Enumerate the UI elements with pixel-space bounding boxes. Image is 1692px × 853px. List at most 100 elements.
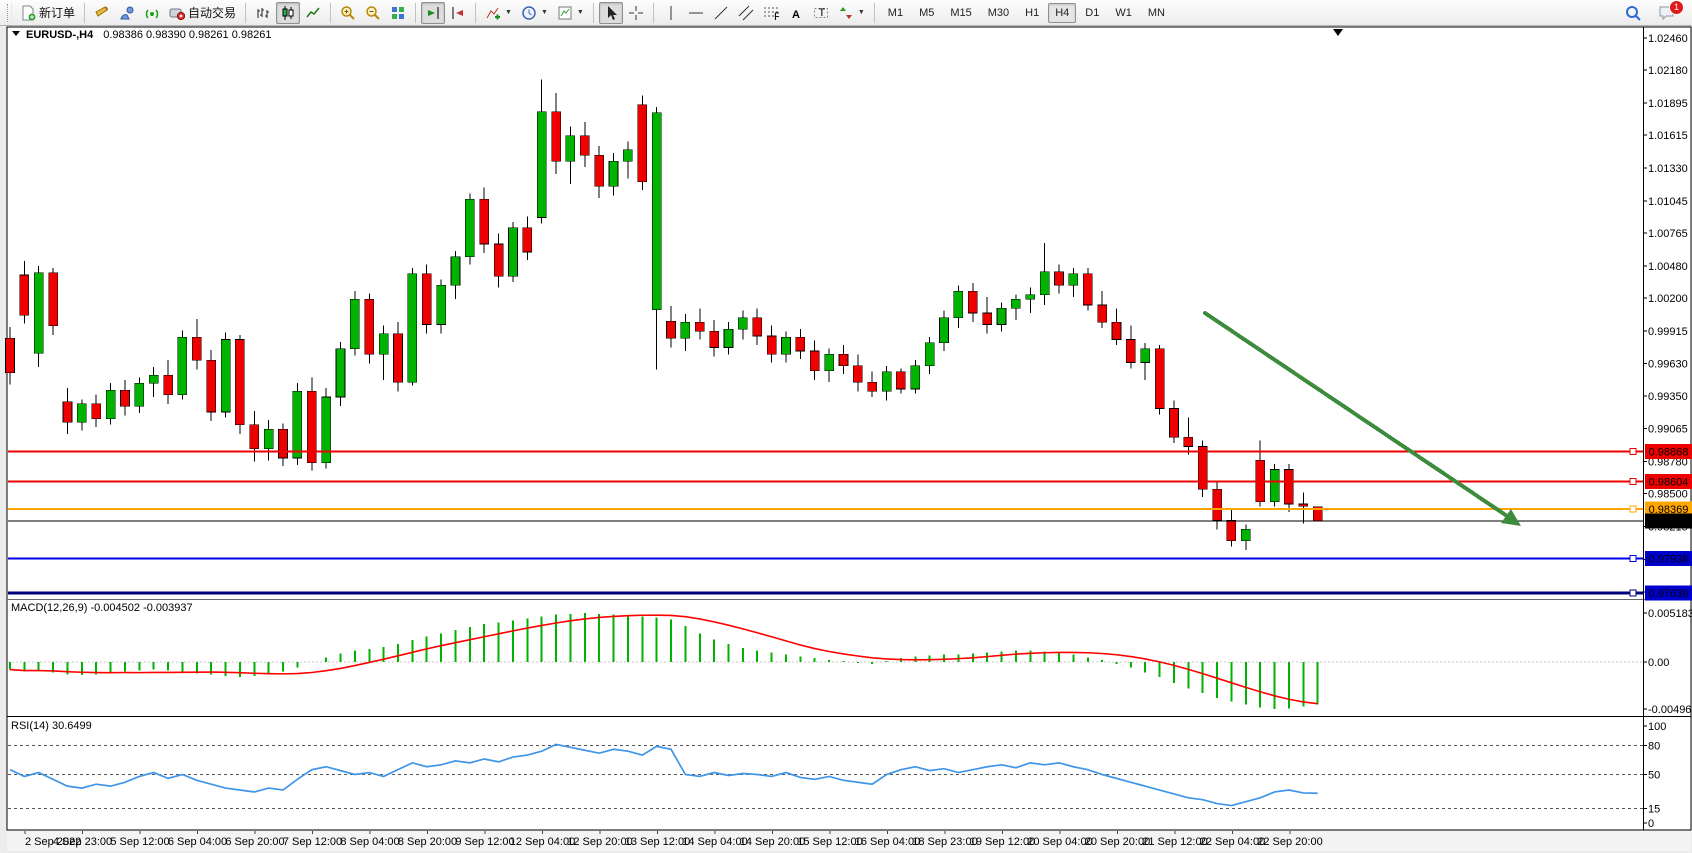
candle-bull xyxy=(135,383,144,406)
bar-chart-button[interactable] xyxy=(251,2,275,24)
line-handle[interactable] xyxy=(1630,506,1636,512)
candle-bull xyxy=(1141,349,1150,363)
market-watch-button[interactable] xyxy=(115,2,139,24)
periods-button[interactable]: ▼ xyxy=(517,2,552,24)
time-label: 18 Sep 23:00 xyxy=(912,836,977,848)
zoom-in-icon xyxy=(340,5,356,21)
macd-axis-label: 0.00 xyxy=(1648,657,1669,669)
zoom-out-button[interactable] xyxy=(361,2,385,24)
candle-bear xyxy=(638,105,647,182)
price-tick-label: 1.01895 xyxy=(1648,98,1688,110)
toolbar-separator xyxy=(653,3,654,23)
indicators-button[interactable]: ▼ xyxy=(481,2,516,24)
price-tick-label: 0.99630 xyxy=(1648,359,1688,371)
bar-chart-icon xyxy=(255,5,271,21)
tile-windows-button[interactable] xyxy=(386,2,410,24)
timeframe-mn[interactable]: MN xyxy=(1141,3,1172,23)
chevron-down-icon: ▼ xyxy=(858,9,865,16)
candlestick-chart-button[interactable] xyxy=(276,2,300,24)
channel-button[interactable] xyxy=(734,2,758,24)
chart-shift-button[interactable] xyxy=(446,2,470,24)
timeframe-d1[interactable]: D1 xyxy=(1078,3,1106,23)
price-badge-label: 0.98604 xyxy=(1649,477,1689,489)
candle-bear xyxy=(279,429,288,458)
signals-button[interactable] xyxy=(140,2,164,24)
cursor-button[interactable] xyxy=(599,2,623,24)
styles-button[interactable] xyxy=(90,2,114,24)
crosshair-button[interactable] xyxy=(624,2,648,24)
toolbar-grip[interactable] xyxy=(7,4,12,22)
candle-bear xyxy=(480,199,489,244)
timeframe-m1[interactable]: M1 xyxy=(881,3,910,23)
candle-bull xyxy=(293,391,302,458)
timeframe-m15[interactable]: M15 xyxy=(943,3,978,23)
chevron-down-icon: ▼ xyxy=(541,9,548,16)
price-tick-label: 1.01045 xyxy=(1648,196,1688,208)
autotrading-button[interactable]: 自动交易 xyxy=(165,2,240,24)
tile-windows-icon xyxy=(390,5,406,21)
time-label: 14 Sep 20:00 xyxy=(740,836,805,848)
candle-bear xyxy=(1299,504,1308,506)
new-order-button[interactable]: 新订单 xyxy=(16,2,79,24)
candle-bull xyxy=(724,329,733,347)
auto-scroll-button[interactable] xyxy=(421,2,445,24)
candle-bear xyxy=(753,318,762,336)
time-label: 22 Sep 04:00 xyxy=(1200,836,1265,848)
candle-bull xyxy=(508,228,517,276)
time-label: 19 Sep 12:00 xyxy=(970,836,1035,848)
fibonacci-button[interactable]: F xyxy=(759,2,783,24)
candle-bear xyxy=(250,425,259,449)
candle-bull xyxy=(1026,295,1035,300)
rsi-axis-label: 100 xyxy=(1648,721,1666,733)
price-tick-label: 1.02460 xyxy=(1648,33,1688,45)
line-chart-icon xyxy=(305,5,321,21)
line-handle[interactable] xyxy=(1630,555,1636,561)
line-chart-button[interactable] xyxy=(301,2,325,24)
timeframe-h4[interactable]: H4 xyxy=(1048,3,1076,23)
candle-bear xyxy=(1083,274,1092,305)
candle-bull xyxy=(781,337,790,354)
zoom-in-button[interactable] xyxy=(336,2,360,24)
candle-bull xyxy=(1011,299,1020,308)
line-handle[interactable] xyxy=(1630,479,1636,485)
time-label: 6 Sep 20:00 xyxy=(225,836,284,848)
candle-bull xyxy=(34,273,43,354)
candle-bear xyxy=(393,334,402,382)
price-tick-label: 0.99065 xyxy=(1648,424,1688,436)
candle-bear xyxy=(710,331,719,347)
line-handle[interactable] xyxy=(1630,590,1636,596)
candle-bull xyxy=(264,429,273,449)
rsi-axis-label: 0 xyxy=(1648,818,1654,830)
toolbar-separator xyxy=(245,3,246,23)
search-button[interactable] xyxy=(1620,2,1646,24)
candle-bull xyxy=(1040,272,1049,295)
text-label-button[interactable]: T xyxy=(809,2,833,24)
time-label: 20 Sep 20:00 xyxy=(1085,836,1150,848)
text-label-icon: T xyxy=(813,5,829,21)
timeframe-m5[interactable]: M5 xyxy=(912,3,941,23)
notifications-button[interactable]: 1 xyxy=(1654,2,1680,24)
horizontal-line-button[interactable] xyxy=(684,2,708,24)
time-label: 7 Sep 12:00 xyxy=(283,836,342,848)
templates-button[interactable]: ▼ xyxy=(553,2,588,24)
candle-bear xyxy=(235,339,244,424)
price-tick-label: 1.01615 xyxy=(1648,130,1688,142)
time-label: 14 Sep 04:00 xyxy=(682,836,747,848)
time-label: 6 Sep 04:00 xyxy=(168,836,227,848)
chart-canvas: EURUSD-,H40.98386 0.98390 0.98261 0.9826… xyxy=(0,0,1692,853)
timeframe-m30[interactable]: M30 xyxy=(981,3,1016,23)
line-handle[interactable] xyxy=(1630,448,1636,454)
candle-bear xyxy=(1284,470,1293,505)
arrows-button[interactable]: ▼ xyxy=(834,2,869,24)
time-label: 12 Sep 04:00 xyxy=(510,836,575,848)
timeframe-h1[interactable]: H1 xyxy=(1018,3,1046,23)
toolbar-separator xyxy=(593,3,594,23)
trendline-button[interactable] xyxy=(709,2,733,24)
timeframe-w1[interactable]: W1 xyxy=(1108,3,1139,23)
text-icon: A xyxy=(788,5,804,21)
candle-bull xyxy=(537,112,546,218)
text-button[interactable]: A xyxy=(784,2,808,24)
time-label: 4 Sep 23:00 xyxy=(53,836,112,848)
templates-icon xyxy=(557,5,573,21)
vertical-line-button[interactable] xyxy=(659,2,683,24)
